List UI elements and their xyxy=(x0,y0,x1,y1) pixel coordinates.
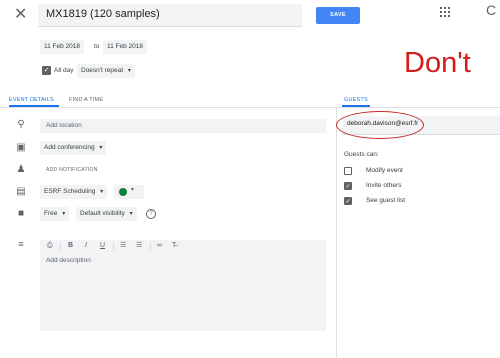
start-date-chip[interactable]: 11 Feb 2018 xyxy=(40,40,85,54)
date-to-label: to xyxy=(94,43,100,50)
chevron-down-icon: ▾ xyxy=(62,211,66,217)
bell-icon: ♟ xyxy=(16,164,26,175)
italic-icon[interactable]: I xyxy=(85,240,87,252)
chevron-down-icon: ▾ xyxy=(131,187,135,193)
annotation-text: Don't xyxy=(404,47,471,79)
chevron-down-icon: ▾ xyxy=(100,189,104,195)
calendar-color-dot xyxy=(119,188,127,196)
title-text[interactable]: MX1819 (120 samples) xyxy=(46,8,160,20)
calendar-dropdown[interactable]: ESRF Scheduling ▾ xyxy=(40,185,108,199)
visibility-dropdown[interactable]: Default visibility ▾ xyxy=(76,207,137,221)
repeat-dropdown[interactable]: Doesn't repeat ▾ xyxy=(77,64,135,78)
clear-formatting-icon[interactable]: T̶ xyxy=(172,240,176,252)
all-day-label: All day xyxy=(54,67,74,74)
availability-value: Free xyxy=(44,210,58,217)
conferencing-label: Add conferencing xyxy=(44,144,95,151)
tab-guests[interactable]: GUESTS xyxy=(344,96,368,104)
tab-find-a-time[interactable]: FIND A TIME xyxy=(69,96,103,104)
availability-dropdown[interactable]: Free ▾ xyxy=(40,207,70,221)
top-right-fragment: C xyxy=(486,2,497,18)
description-box[interactable] xyxy=(40,240,326,331)
link-icon[interactable]: ∞ xyxy=(157,240,162,252)
description-lines-icon: ≡ xyxy=(18,239,24,249)
numbered-list-icon[interactable]: ☰ xyxy=(120,240,126,252)
invite-others-checkbox[interactable]: ✓ xyxy=(344,182,352,190)
permission-label: See guest list xyxy=(366,197,406,204)
underline-icon[interactable]: U xyxy=(100,240,105,252)
briefcase-icon: ■ xyxy=(17,208,25,219)
chevron-down-icon: ▾ xyxy=(129,211,133,217)
tab-event-details[interactable]: EVENT DETAILS xyxy=(9,96,54,104)
location-placeholder: Add location xyxy=(46,122,82,129)
bold-icon[interactable]: B xyxy=(68,240,73,252)
location-pin-icon: ⚲ xyxy=(17,119,25,130)
add-notification-link[interactable]: ADD NOTIFICATION xyxy=(46,164,98,176)
visibility-value: Default visibility xyxy=(80,210,125,217)
save-button[interactable]: SAVE xyxy=(316,7,360,24)
guests-can-label: Guests can: xyxy=(344,151,379,158)
chevron-down-icon: ▾ xyxy=(99,145,103,151)
toolbar-separator xyxy=(113,242,114,251)
permission-label: Invite others xyxy=(366,182,402,189)
close-icon[interactable]: ✕ xyxy=(14,7,27,23)
description-placeholder: Add description xyxy=(46,257,91,264)
tabs-divider xyxy=(0,107,500,108)
help-icon[interactable]: ? xyxy=(146,209,156,219)
apps-grid-icon[interactable] xyxy=(440,7,450,17)
modify-event-checkbox[interactable] xyxy=(344,167,352,175)
repeat-value: Doesn't repeat xyxy=(81,67,124,74)
chevron-down-icon: ▾ xyxy=(127,68,131,74)
all-day-checkbox[interactable]: ✓ xyxy=(42,66,51,75)
location-field[interactable] xyxy=(40,119,326,133)
calendar-icon: ▤ xyxy=(16,186,26,197)
annotation-oval xyxy=(336,111,424,139)
conferencing-icon: ▣ xyxy=(16,142,26,153)
see-guest-list-checkbox[interactable]: ✓ xyxy=(344,197,352,205)
attachment-icon[interactable]: ⎙ xyxy=(47,240,53,252)
toolbar-separator xyxy=(60,242,61,251)
toolbar-separator xyxy=(150,242,151,251)
calendar-name: ESRF Scheduling xyxy=(44,188,96,195)
panel-divider xyxy=(336,108,337,358)
end-date-chip[interactable]: 11 Feb 2018 xyxy=(103,40,148,54)
bulleted-list-icon[interactable]: ☰ xyxy=(136,240,142,252)
permission-label: Modify event xyxy=(366,167,403,174)
conferencing-dropdown[interactable]: Add conferencing ▾ xyxy=(40,141,107,155)
